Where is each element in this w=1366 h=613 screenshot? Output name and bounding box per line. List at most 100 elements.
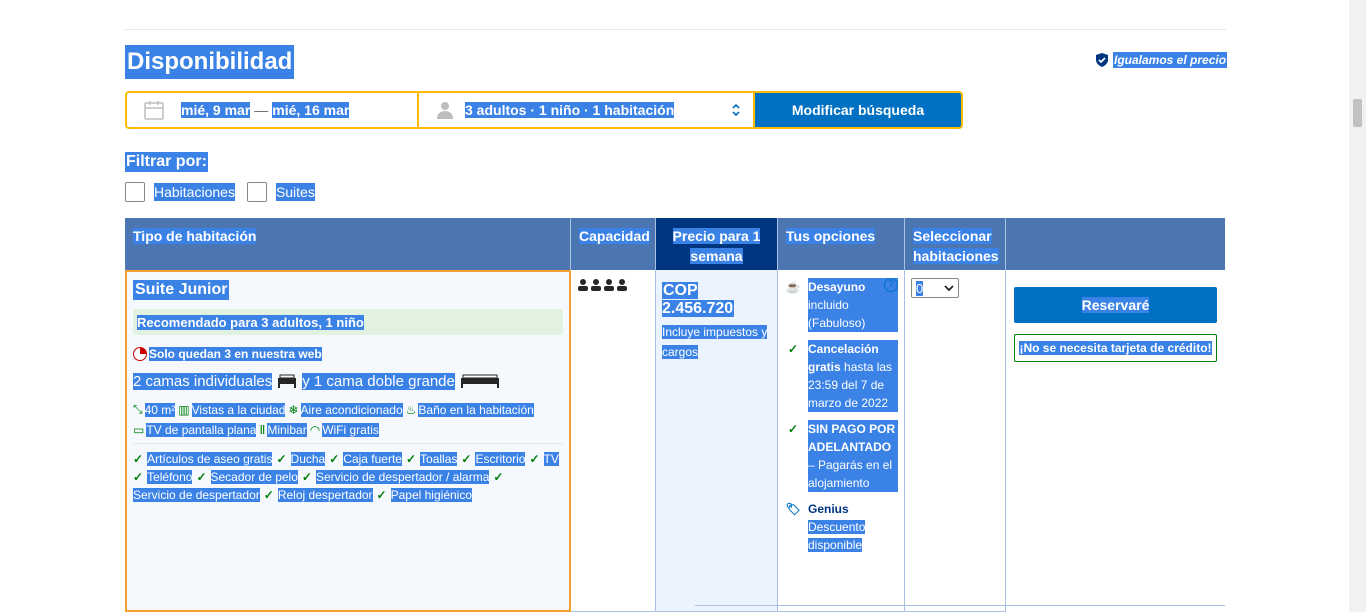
feature-tv: ▭ TV de pantalla plana [133,423,257,437]
no-card-badge: ¡No se necesita tarjeta de crédito! [1014,334,1217,362]
reserve-cell: Reservaré ¡No se necesita tarjeta de cré… [1006,270,1225,612]
header-capacity: Capacidad [571,218,656,270]
scrollbar-thumb[interactable] [1353,99,1362,127]
bath-icon: ♨ [405,402,417,417]
bed-info: 2 camas individuales y 1 cama doble gran… [133,373,563,390]
amenity-item: Teléfono [147,470,193,484]
filter-label-suites[interactable]: Suites [275,183,315,201]
date-separator: — [254,102,269,118]
option-cancellation: ✓ Cancelación gratis hasta las 23:59 del… [784,340,898,412]
header-price: Precio para 1 semana [656,218,778,277]
wifi-icon: ◠ [309,423,321,437]
room-name-link[interactable]: Suite Junior [133,280,230,300]
chevron-updown-icon [732,103,740,117]
chevron-down-icon [944,285,954,292]
size-icon: ⤡ [133,402,143,416]
scarcity-notice: Solo quedan 3 en nuestra web [133,347,563,361]
check-icon: ✓ [329,452,340,466]
help-icon[interactable]: ? [884,278,898,292]
amenity-item: TV [543,452,559,466]
header-select-rooms: Seleccionar habitaciones [905,218,1006,270]
person-group-icon [578,279,627,291]
amenity-item: Papel higiénico [390,488,473,502]
option-no-prepayment: ✓ SIN PAGO POR ADELANTADO – Pagarás en e… [784,420,898,492]
check-icon: ✓ [301,470,312,484]
check-icon: ✓ [376,488,387,502]
check-icon: ✓ [529,452,540,466]
room-features: ⤡ 40 m² ▥ Vistas a la ciudad ❄ Aire acondic… [133,402,563,437]
room-type-cell: Suite Junior Recomendado para 3 adultos,… [125,270,571,612]
check-icon: ✓ [493,470,504,484]
check-icon: ✓ [461,452,472,466]
guests-selector[interactable]: 3 adultos · 1 niño · 1 habitación [419,93,755,127]
check-icon: ✓ [133,452,144,466]
header-options: Tus opciones [778,218,905,270]
feature-city-view: ▥ Vistas a la ciudad [178,402,286,417]
filter-checkbox-suites[interactable] [246,182,267,202]
feature-bathroom: ♨ Baño en la habitación [405,402,534,417]
check-icon: ✓ [133,470,144,484]
search-bar: mié, 9 mar — mié, 16 mar 3 adultos · 1 n… [125,91,963,129]
amenities-list: ✓ Artículos de aseo gratis ✓ Ducha ✓ Caja f… [133,452,563,502]
table-row: Suite Junior Recomendado para 3 adultos,… [125,270,1225,612]
guests-summary: 3 adultos · 1 niño · 1 habitación [465,102,675,118]
beds-text-1: 2 camas individuales [133,373,273,390]
shield-check-icon [1096,53,1108,67]
price-cell: COP 2.456.720 Incluye impuestos y cargos [656,270,778,612]
snowflake-icon: ❄ [288,402,299,417]
filter-checkbox-rooms[interactable] [125,182,145,202]
recommended-text: Recomendado para 3 adultos, 1 niño [137,314,364,330]
city-icon: ▥ [178,402,190,417]
coffee-icon: ☕ [785,280,801,294]
double-bed-icon [460,374,499,388]
feature-size: ⤡ 40 m² [133,402,176,417]
feature-minibar: Ⅱ Minibar [259,423,307,437]
amenity-item: Secador de pelo [210,470,298,484]
amenity-item: Escritorio [475,452,526,466]
tv-icon: ▭ [133,423,145,437]
feature-wifi: ◠ WiFi gratis [309,423,379,437]
beds-text-2: y 1 cama doble grande [302,373,455,390]
top-divider [125,29,1226,30]
modify-search-button[interactable]: Modificar búsqueda [755,93,961,127]
filter-title: Filtrar por: [125,152,208,172]
single-bed-icon [278,374,297,388]
options-cell: ? ☕ Desayuno incluido (Fabuloso) ✓ Cancel… [778,270,905,612]
option-breakfast: ☕ Desayuno incluido (Fabuloso) [784,278,898,332]
header-room-type: Tipo de habitación [125,218,571,270]
room-quantity-select[interactable]: 0 [911,278,959,298]
check-icon: ✓ [263,488,274,502]
check-icon: ✓ [405,452,417,466]
table-header: Tipo de habitación Capacidad Precio para… [125,218,1225,277]
reserve-button[interactable]: Reservaré [1014,287,1217,323]
tag-icon: 🏷 [785,502,801,516]
select-value: 0 [916,280,924,296]
recommended-banner: Recomendado para 3 adultos, 1 niño [133,309,563,335]
scrollbar[interactable] [1349,0,1366,612]
amenity-item: Servicio de despertador [133,488,260,502]
amenity-item: Toallas [420,452,458,466]
date-picker[interactable]: mié, 9 mar — mié, 16 mar [127,93,419,127]
check-icon: ✓ [787,422,799,436]
checkout-date: mié, 16 mar [272,102,350,118]
checkin-date: mié, 9 mar [181,102,251,118]
capacity-cell [571,270,656,612]
amenity-item: Artículos de aseo gratis [147,452,273,466]
header-empty [1006,218,1225,270]
availability-pie-icon [133,347,147,361]
amenity-item: Servicio de despertador / alarma [315,470,490,484]
price-match[interactable]: Igualamos el precio [1094,52,1228,68]
feature-ac: ❄ Aire acondicionado [288,402,403,417]
price-note: Incluye impuestos y cargos [662,325,768,359]
filter-options: Habitaciones Suites [125,182,327,202]
price-match-label: Igualamos el precio [1113,52,1228,68]
amenity-item: Caja fuerte [343,452,402,466]
calendar-icon [144,101,164,120]
amenity-item: Ducha [290,452,326,466]
check-icon: ✓ [787,342,799,356]
check-icon: ✓ [276,452,287,466]
divider [133,443,563,444]
minibar-icon: Ⅱ [259,423,266,437]
filter-label-rooms[interactable]: Habitaciones [154,183,235,201]
amenity-item: Reloj despertador [277,488,373,502]
